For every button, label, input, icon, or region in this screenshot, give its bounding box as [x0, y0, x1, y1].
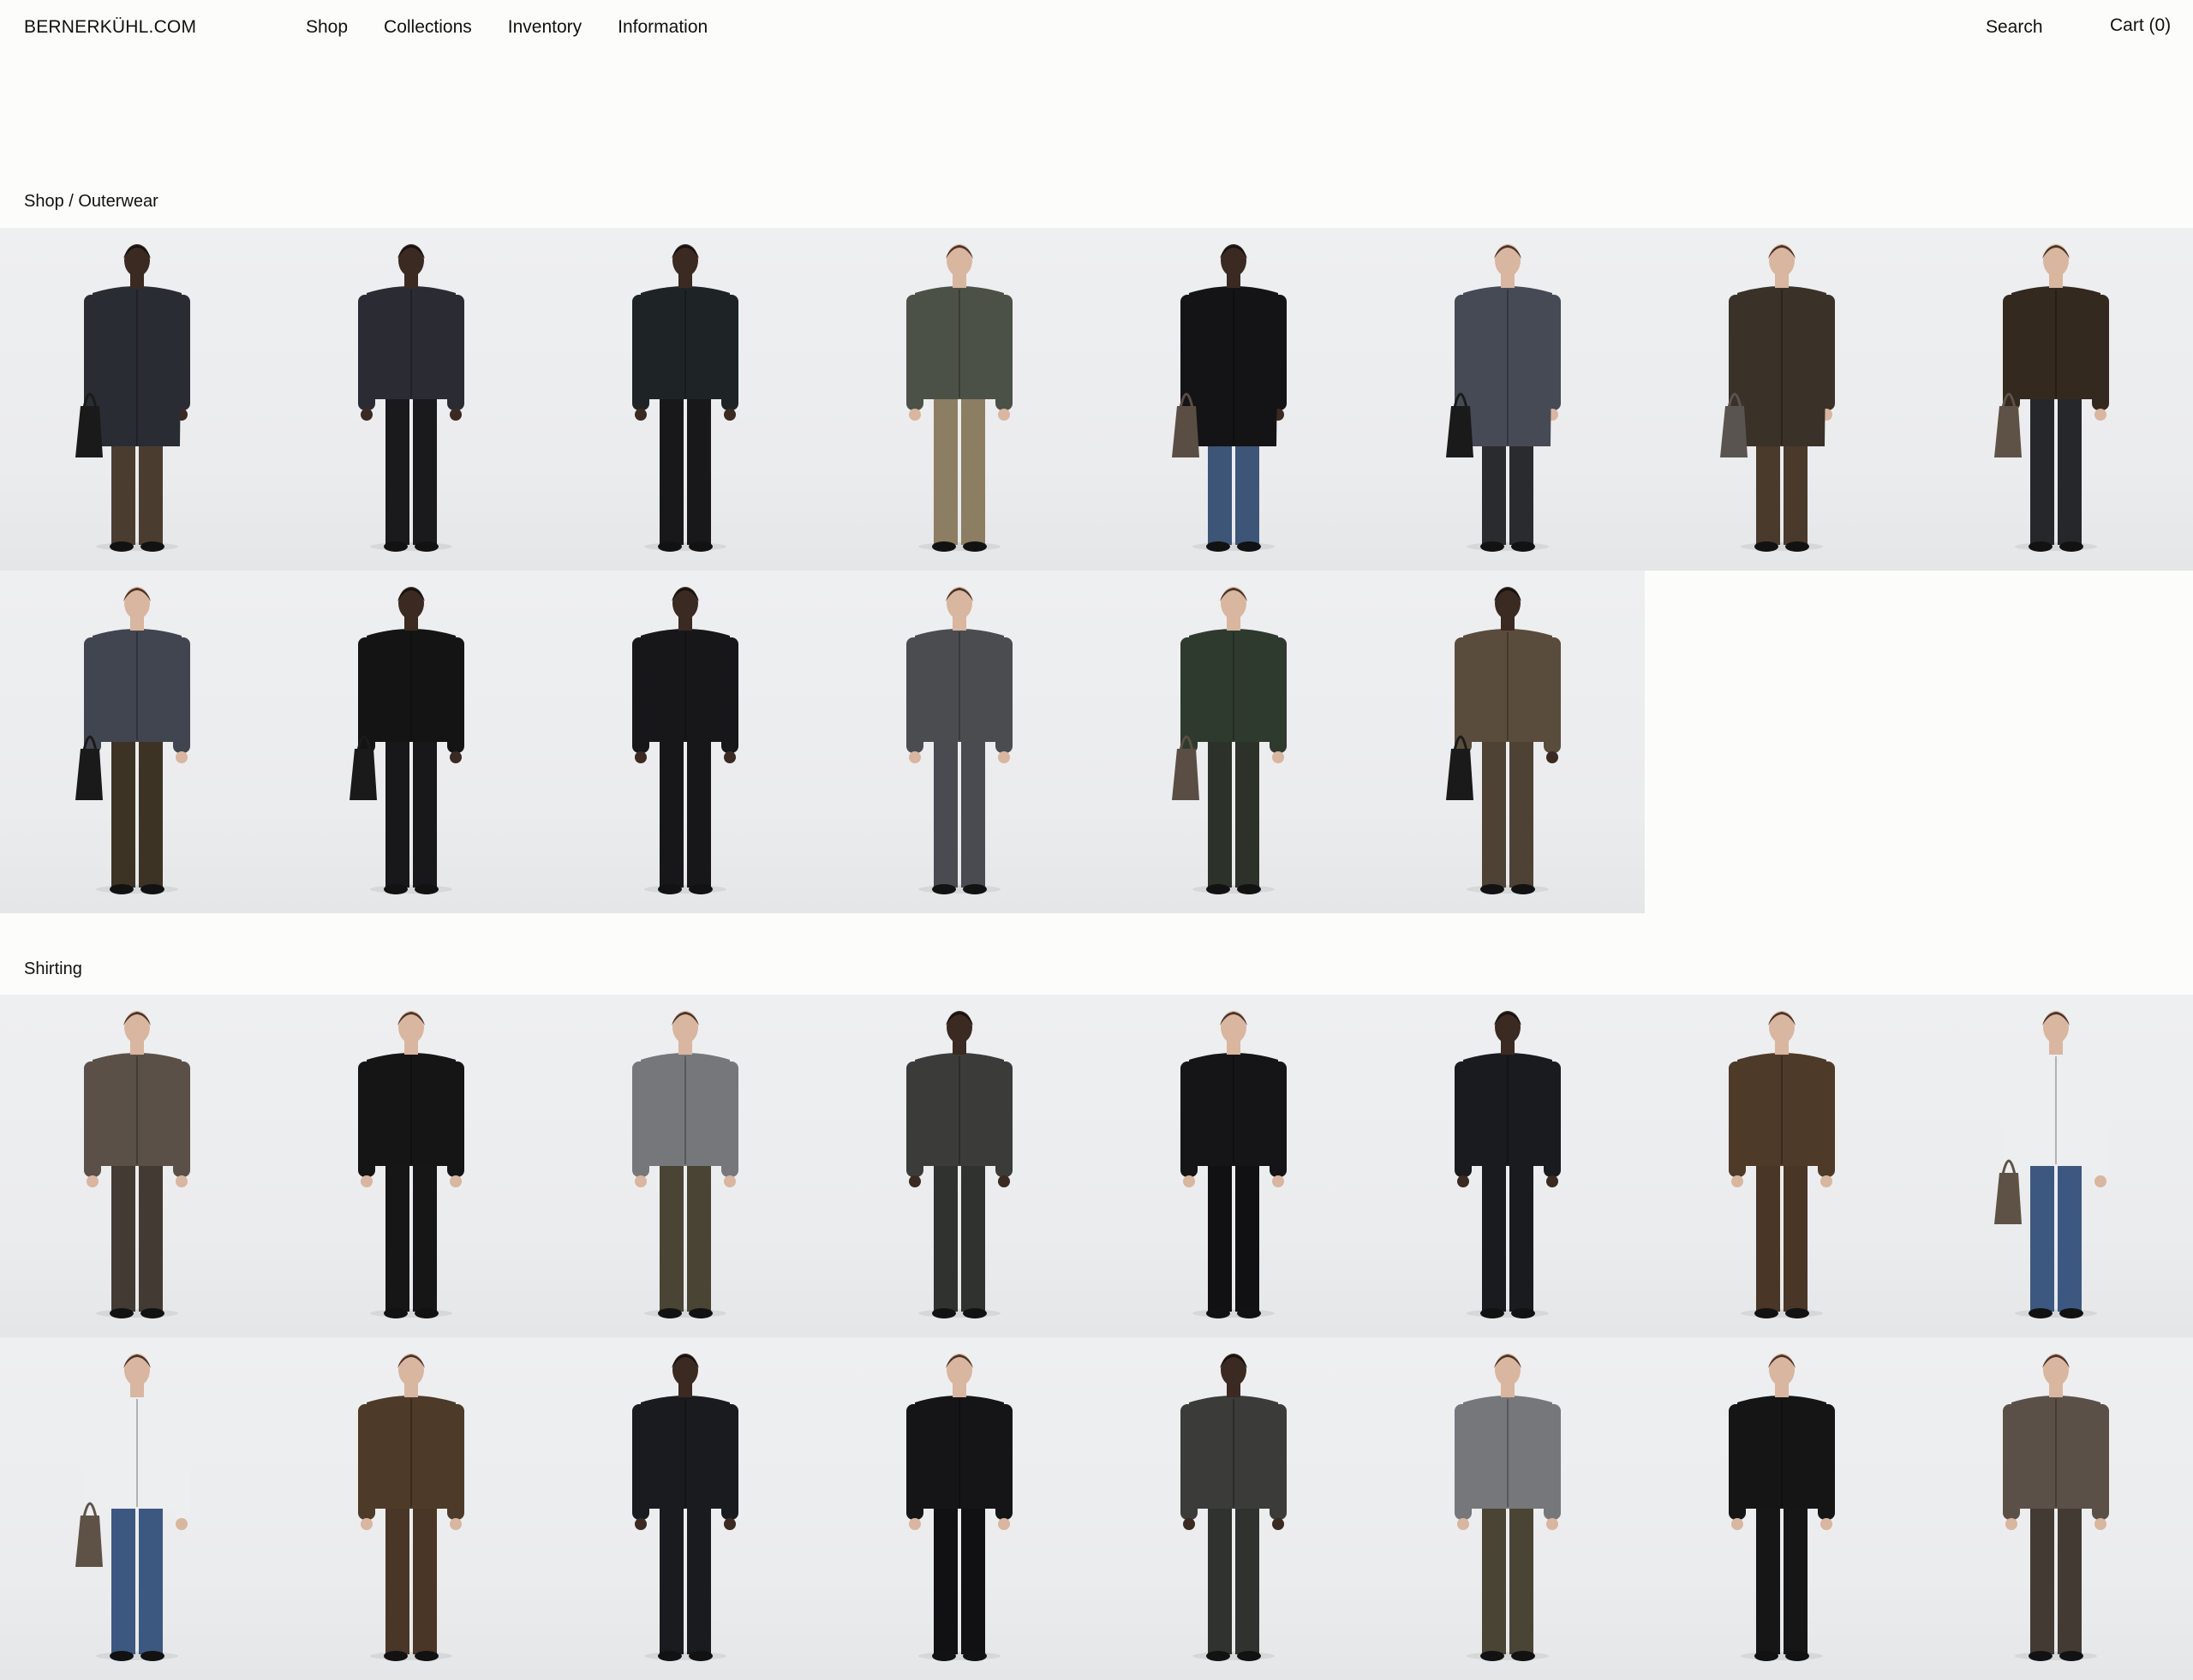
section-title-shirting: Shirting [24, 960, 82, 978]
product-grid-shirting [0, 995, 2193, 1337]
product-tile[interactable] [0, 1337, 274, 1680]
product-tile[interactable] [0, 228, 274, 571]
product-tile[interactable] [1645, 1337, 1919, 1680]
product-tile[interactable] [548, 995, 822, 1337]
product-tile[interactable] [1645, 995, 1919, 1337]
product-grid-next-row [0, 1337, 2193, 1680]
nav-collections[interactable]: Collections [384, 17, 472, 38]
product-tile[interactable] [822, 1337, 1096, 1680]
product-tile[interactable] [1096, 228, 1371, 571]
nav-information[interactable]: Information [618, 17, 708, 38]
product-tile[interactable] [1096, 571, 1371, 913]
product-tile[interactable] [822, 228, 1096, 571]
product-tile[interactable] [1919, 228, 2193, 571]
product-tile[interactable] [274, 1337, 548, 1680]
nav-shop[interactable]: Shop [306, 17, 348, 38]
product-tile[interactable] [548, 228, 822, 571]
product-grid-outerwear [0, 228, 2193, 571]
product-tile[interactable] [1371, 228, 1645, 571]
product-tile[interactable] [1371, 995, 1645, 1337]
product-tile[interactable] [548, 571, 822, 913]
cart-link[interactable]: Cart (0) [2110, 15, 2171, 36]
product-tile[interactable] [1371, 1337, 1645, 1680]
product-grid-outerwear-row2 [0, 571, 2193, 913]
product-tile[interactable] [1096, 995, 1371, 1337]
product-tile[interactable] [1919, 1337, 2193, 1680]
product-tile[interactable] [0, 995, 274, 1337]
main-nav: Shop Collections Inventory Information [306, 17, 744, 38]
search-link[interactable]: Search [1986, 17, 2043, 38]
product-tile[interactable] [822, 995, 1096, 1337]
product-tile[interactable] [1096, 1337, 1371, 1680]
site-header: BERNERKÜHL.COM Shop Collections Inventor… [0, 0, 2193, 55]
product-tile[interactable] [0, 571, 274, 913]
section-title-outerwear: Shop / Outerwear [24, 192, 158, 211]
product-tile[interactable] [1371, 571, 1645, 913]
product-tile[interactable] [1919, 995, 2193, 1337]
product-tile[interactable] [274, 571, 548, 913]
product-tile[interactable] [274, 995, 548, 1337]
product-tile[interactable] [274, 228, 548, 571]
product-tile[interactable] [1645, 228, 1919, 571]
site-logo[interactable]: BERNERKÜHL.COM [24, 17, 196, 38]
nav-inventory[interactable]: Inventory [508, 17, 582, 38]
product-tile[interactable] [548, 1337, 822, 1680]
product-tile[interactable] [822, 571, 1096, 913]
